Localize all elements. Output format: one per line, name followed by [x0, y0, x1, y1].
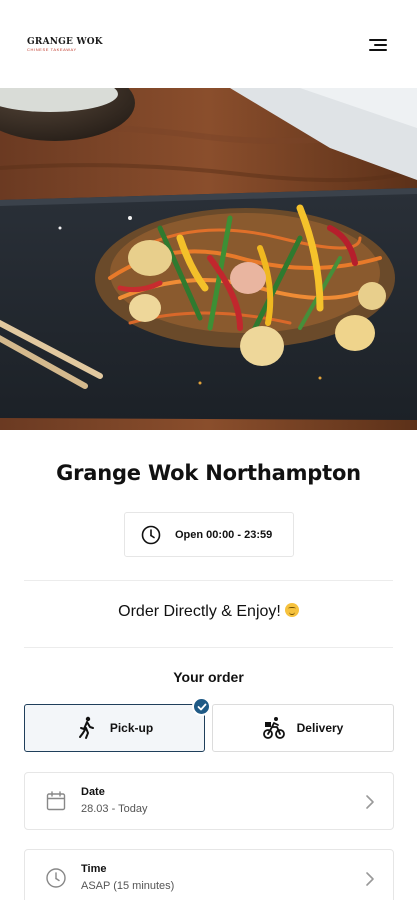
logo-subtitle: CHINESE TAKEAWAY — [27, 47, 77, 52]
hamburger-menu-icon[interactable] — [365, 35, 389, 55]
selected-check-icon — [192, 697, 211, 716]
app-header: GRANGE WOK CHINESE TAKEAWAY — [0, 0, 417, 88]
cyclist-icon — [262, 717, 285, 739]
divider — [24, 647, 393, 648]
pickup-label: Pick-up — [109, 721, 154, 735]
time-selector[interactable]: Time ASAP (15 minutes) — [24, 849, 394, 900]
pickup-option-button[interactable]: Pick-up — [24, 704, 205, 752]
time-value: ASAP (15 minutes) — [81, 880, 175, 892]
date-value: 28.03 - Today — [81, 803, 148, 815]
time-title: Time — [81, 863, 107, 875]
divider — [24, 580, 393, 581]
delivery-label: Delivery — [296, 721, 344, 735]
walking-person-icon — [78, 716, 94, 739]
order-section-heading: Your order — [173, 669, 244, 685]
smiley-icon — [284, 603, 299, 617]
logo-title: GRANGE WOK — [27, 37, 103, 47]
clock-icon — [141, 525, 161, 544]
date-title: Date — [81, 786, 105, 798]
tagline: Order Directly & Enjoy! — [0, 603, 417, 621]
opening-hours-badge: Open 00:00 - 23:59 — [124, 512, 294, 557]
opening-hours-text: Open 00:00 - 23:59 — [175, 528, 273, 541]
restaurant-name: Grange Wok Northampton — [56, 461, 361, 485]
delivery-option-button[interactable]: Delivery — [212, 704, 394, 752]
chevron-right-icon — [366, 795, 374, 809]
tagline-text: Order Directly & Enjoy! — [118, 603, 281, 620]
date-selector[interactable]: Date 28.03 - Today — [24, 772, 394, 830]
calendar-icon — [46, 791, 66, 811]
clock-icon — [46, 868, 66, 888]
brand-logo[interactable]: GRANGE WOK CHINESE TAKEAWAY — [27, 37, 103, 53]
chevron-right-icon — [366, 872, 374, 886]
hero-food-image — [0, 88, 417, 430]
